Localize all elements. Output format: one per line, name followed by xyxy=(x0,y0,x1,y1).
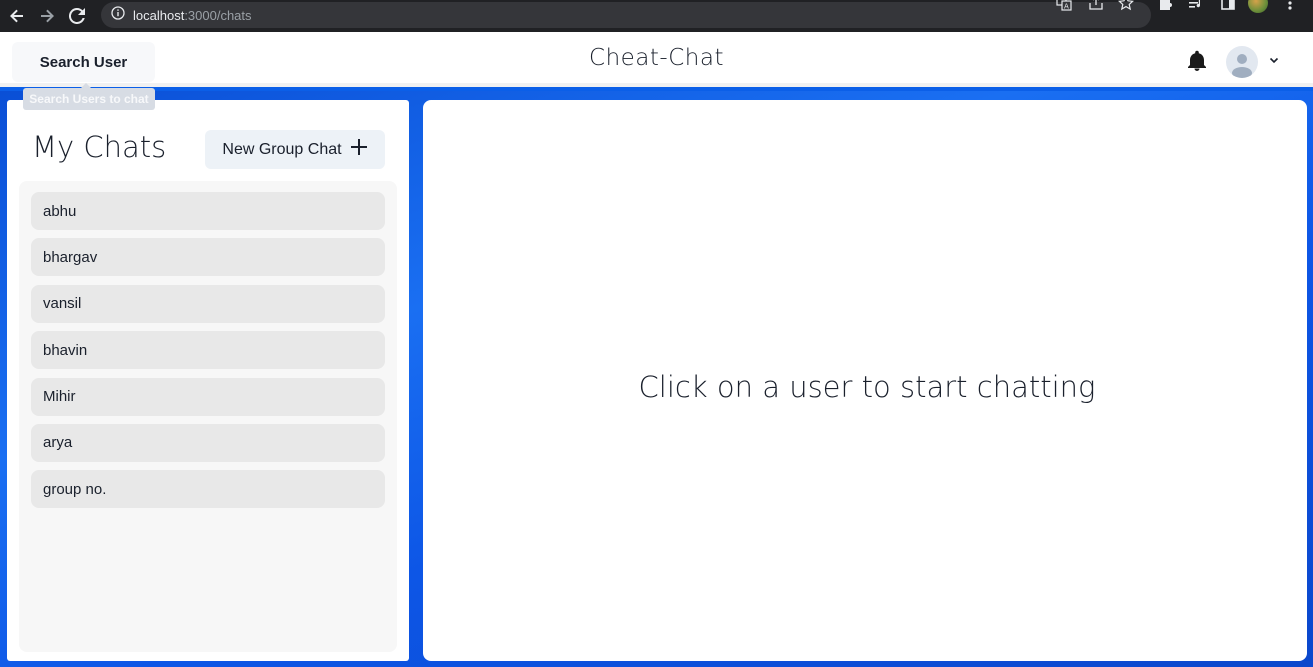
my-chats-title: My Chats xyxy=(32,130,167,164)
profile-avatar-icon[interactable] xyxy=(1247,0,1269,14)
chat-list-item[interactable]: bhargav xyxy=(31,238,385,277)
chat-window: Click on a user to start chatting xyxy=(423,100,1307,661)
chevron-down-icon xyxy=(1268,53,1280,71)
app-title: Cheat-Chat xyxy=(589,45,724,71)
chat-list-item[interactable]: Mihir xyxy=(31,377,385,416)
chat-list-item[interactable]: abhu xyxy=(31,192,385,230)
share-icon[interactable] xyxy=(1085,0,1107,14)
new-group-chat-label: New Group Chat xyxy=(222,140,342,158)
chat-list-item[interactable]: vansil xyxy=(31,284,385,323)
profile-menu-button[interactable] xyxy=(1226,44,1288,80)
forward-arrow-icon[interactable] xyxy=(34,3,60,29)
plus-icon xyxy=(350,138,368,161)
back-arrow-icon[interactable] xyxy=(4,3,30,29)
info-icon[interactable] xyxy=(111,5,125,25)
svg-text:A: A xyxy=(1064,3,1069,11)
browser-toolbar: localhost:3000/chats A xyxy=(0,0,1313,32)
kebab-menu-icon[interactable] xyxy=(1279,0,1301,14)
bookmark-star-icon[interactable] xyxy=(1115,0,1137,14)
address-bar[interactable]: localhost:3000/chats xyxy=(101,2,1151,28)
avatar xyxy=(1226,46,1258,78)
my-chats-panel: My Chats New Group Chat abhu bhargav van… xyxy=(7,100,409,661)
reload-icon[interactable] xyxy=(64,3,90,29)
chat-list-item[interactable]: group no. xyxy=(31,470,385,509)
chat-list: abhu bhargav vansil bhavin Mihir arya gr… xyxy=(19,181,397,652)
empty-chat-message: Click on a user to start chatting xyxy=(638,369,1096,404)
bell-icon[interactable] xyxy=(1185,49,1209,73)
new-group-chat-button[interactable]: New Group Chat xyxy=(205,130,385,169)
search-tooltip: Search Users to chat xyxy=(23,88,155,110)
side-panel-icon[interactable] xyxy=(1217,0,1239,14)
chat-list-item[interactable]: arya xyxy=(31,423,385,462)
translate-icon[interactable]: A xyxy=(1053,0,1075,14)
url-host: localhost xyxy=(133,7,185,23)
extensions-puzzle-icon[interactable] xyxy=(1155,0,1177,14)
app-header: Search User Cheat-Chat xyxy=(0,32,1313,87)
media-queue-icon[interactable] xyxy=(1185,0,1207,14)
chat-list-item[interactable]: bhavin xyxy=(31,331,385,370)
url-path: :3000/chats xyxy=(184,7,252,23)
